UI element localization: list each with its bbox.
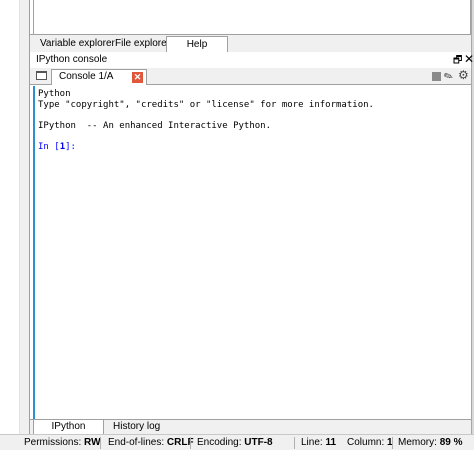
bottom-tab-bar: IPython console History log	[30, 419, 471, 446]
eraser-icon[interactable]: ✎	[442, 69, 455, 85]
pane-title: IPython console	[36, 54, 108, 65]
status-divider	[100, 437, 101, 449]
status-divider	[190, 437, 191, 449]
help-pane-content	[33, 0, 471, 34]
console-line: Python	[38, 89, 71, 99]
tab-history-log[interactable]: History log	[107, 420, 166, 435]
input-prompt: In [1]:	[38, 142, 76, 152]
console-output-area[interactable]: Python Type "copyright", "credits" or "l…	[33, 86, 471, 419]
stop-icon[interactable]	[432, 72, 441, 81]
status-divider	[294, 437, 295, 449]
gear-icon[interactable]: ⚙	[458, 68, 469, 82]
tab-variable-explorer[interactable]: Variable explorer	[34, 36, 121, 52]
encoding-label: Encoding:	[197, 437, 242, 448]
status-eol: End-of-lines: CRLF	[108, 437, 194, 448]
memory-value: 89 %	[439, 437, 463, 448]
permissions-label: Permissions:	[24, 437, 82, 448]
editor-scrollbar[interactable]	[19, 0, 29, 434]
status-line: Line: 11	[301, 437, 336, 448]
status-encoding: Encoding: UTF-8	[197, 437, 273, 448]
folder-icon[interactable]	[36, 71, 47, 80]
status-bar: Permissions: RW End-of-lines: CRLF Encod…	[0, 434, 474, 450]
console-tab-bar: Console 1/A ✕ ✎ ⚙	[30, 68, 471, 85]
console-line: IPython -- An enhanced Interactive Pytho…	[38, 121, 271, 131]
status-memory: Memory: 89 %	[398, 437, 462, 448]
close-icon[interactable]: ✕	[464, 52, 474, 66]
column-label: Column:	[347, 437, 385, 448]
status-column: Column: 1	[347, 437, 393, 448]
tab-help[interactable]: Help	[166, 36, 228, 52]
console-tab-label: Console 1/A	[59, 71, 114, 82]
prompt-prefix: In [	[38, 142, 60, 152]
prompt-suffix: ]:	[65, 142, 76, 152]
encoding-value: UTF-8	[244, 437, 273, 448]
tab-close-icon[interactable]: ✕	[132, 72, 143, 83]
permissions-value: RW	[84, 437, 101, 448]
line-value: 11	[325, 437, 337, 448]
memory-label: Memory:	[398, 437, 437, 448]
tab-console-1a[interactable]: Console 1/A ✕	[51, 69, 147, 85]
tab-ipython-console[interactable]: IPython console	[33, 420, 104, 446]
console-line: Type "copyright", "credits" or "license"…	[38, 100, 374, 110]
status-permissions: Permissions: RW	[24, 437, 101, 448]
top-tab-bar: Variable explorer File explorer Help	[30, 34, 471, 52]
eol-label: End-of-lines:	[108, 437, 165, 448]
status-divider	[392, 437, 393, 449]
console-pane-header: IPython console 🗗 ✕	[30, 52, 474, 68]
line-label: Line:	[301, 437, 323, 448]
